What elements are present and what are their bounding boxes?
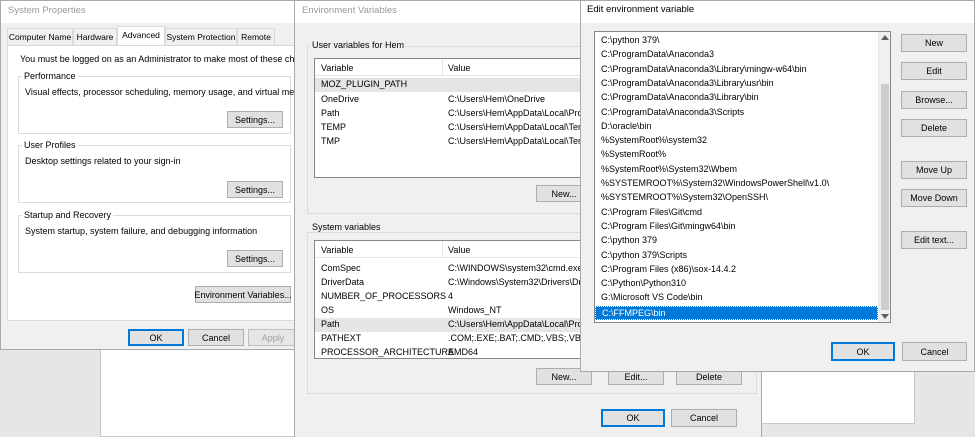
new-button[interactable]: New [901, 34, 967, 52]
tab-remote[interactable]: Remote [237, 28, 275, 45]
variable-name: PATHEXT [321, 333, 362, 343]
title-bar: System Properties [1, 1, 299, 23]
column-divider [442, 241, 443, 258]
path-entry[interactable]: C:\ProgramData\Anaconda3\Library\bin [595, 91, 878, 105]
tab-hardware[interactable]: Hardware [73, 28, 117, 45]
edit-cancel-button[interactable]: Cancel [902, 342, 967, 361]
user-profiles-desc: Desktop settings related to your sign-in [25, 156, 181, 166]
tab-computer-name[interactable]: Computer Name [7, 28, 73, 45]
variable-name: PROCESSOR_ARCHITECTURE [321, 347, 455, 357]
scroll-up-icon[interactable] [881, 35, 889, 40]
user-profiles-settings-button[interactable]: Settings... [227, 181, 283, 198]
column-variable[interactable]: Variable [321, 63, 353, 73]
path-entry[interactable]: C:\Program Files (x86)\sox-14.4.2 [595, 263, 878, 277]
window-title: Environment Variables [302, 5, 397, 16]
path-entry[interactable]: C:\FFMPEG\bin [595, 305, 878, 320]
variable-name: NUMBER_OF_PROCESSORS [321, 291, 447, 301]
scroll-down-icon[interactable] [881, 314, 889, 319]
variable-value: AMD64 [448, 347, 479, 357]
variable-name: OS [321, 305, 335, 315]
path-entry[interactable]: C:\python 379\ [595, 34, 878, 48]
user-variables-title: User variables for Hem [310, 40, 407, 50]
variable-value: C:\Users\Hem\OneDrive [448, 94, 546, 104]
path-entry[interactable]: C:\ProgramData\Anaconda3\Library\usr\bin [595, 77, 878, 91]
variable-value: Windows_NT [448, 305, 502, 315]
variable-name: ComSpec [321, 263, 361, 273]
column-variable[interactable]: Variable [321, 245, 353, 255]
path-entry[interactable]: %SYSTEMROOT%\System32\WindowsPowerShell\… [595, 177, 878, 191]
path-entry[interactable]: D:\oracle\bin [595, 120, 878, 134]
tab-advanced[interactable]: Advanced [117, 26, 165, 46]
variable-value: C:\WINDOWS\system32\cmd.exe [448, 263, 583, 273]
title-bar: Edit environment variable [581, 1, 974, 23]
window-title: Edit environment variable [587, 4, 695, 15]
path-entry[interactable]: C:\ProgramData\Anaconda3\Library\mingw-w… [595, 63, 878, 77]
performance-desc: Visual effects, processor scheduling, me… [25, 87, 300, 97]
path-entry[interactable]: C:\Python\Python310 [595, 277, 878, 291]
browse-button[interactable]: Browse... [901, 91, 967, 109]
path-entry[interactable]: C:\Program Files\Git\cmd [595, 206, 878, 220]
window-title: System Properties [8, 5, 86, 16]
variable-name: MOZ_PLUGIN_PATH [321, 79, 408, 89]
path-entry[interactable]: %SystemRoot%\System32\Wbem [595, 163, 878, 177]
edit-text-button[interactable]: Edit text... [901, 231, 967, 249]
path-entry[interactable]: C:\python 379\Scripts [595, 249, 878, 263]
cancel-button[interactable]: Cancel [188, 329, 244, 346]
performance-title: Performance [22, 71, 78, 81]
path-entry[interactable]: %SYSTEMROOT%\System32\OpenSSH\ [595, 191, 878, 205]
variable-value: 4 [448, 291, 454, 301]
admin-note: You must be logged on as an Administrato… [20, 54, 300, 64]
column-value[interactable]: Value [448, 63, 470, 73]
performance-settings-button[interactable]: Settings... [227, 111, 283, 128]
column-divider [442, 59, 443, 76]
scrollbar[interactable] [878, 32, 890, 322]
env-ok-button[interactable]: OK [601, 409, 665, 427]
startup-recovery-desc: System startup, system failure, and debu… [25, 226, 258, 236]
apply-button: Apply [248, 329, 298, 346]
path-entry[interactable]: %SystemRoot% [595, 148, 878, 162]
path-entry[interactable]: C:\ProgramData\Anaconda3\Scripts [595, 106, 878, 120]
env-cancel-button[interactable]: Cancel [671, 409, 737, 427]
variable-name: TEMP [321, 122, 347, 132]
variable-value: C:\Users\Hem\AppData\Local\Temp [448, 136, 591, 146]
tab-system-protection[interactable]: System Protection [165, 28, 237, 45]
variable-name: Path [321, 319, 340, 329]
edit-ok-button[interactable]: OK [831, 342, 895, 361]
ok-button[interactable]: OK [128, 329, 184, 346]
variable-name: DriverData [321, 277, 365, 287]
variable-name: TMP [321, 136, 340, 146]
system-variables-title: System variables [310, 222, 383, 232]
path-entry[interactable]: G:\Microsoft VS Code\bin [595, 291, 878, 305]
environment-variables-button[interactable]: Environment Variables... [194, 286, 292, 303]
edit-environment-variable-window: Edit environment variable C:\python 379\… [580, 0, 975, 372]
system-properties-window: System Properties Computer Name Hardware… [0, 0, 300, 350]
column-value[interactable]: Value [448, 245, 470, 255]
variable-name: OneDrive [321, 94, 360, 104]
edit-button[interactable]: Edit [901, 62, 967, 80]
move-up-button[interactable]: Move Up [901, 161, 967, 179]
scrollbar-thumb[interactable] [881, 84, 889, 310]
startup-recovery-title: Startup and Recovery [22, 210, 114, 220]
path-entries-list[interactable]: C:\python 379\ C:\ProgramData\Anaconda3 C:… [594, 31, 891, 323]
startup-settings-button[interactable]: Settings... [227, 250, 283, 267]
move-down-button[interactable]: Move Down [901, 189, 967, 207]
variable-value: C:\Users\Hem\AppData\Local\Temp [448, 122, 591, 132]
path-entry[interactable]: %SystemRoot%\system32 [595, 134, 878, 148]
delete-button[interactable]: Delete [901, 119, 967, 137]
variable-name: Path [321, 108, 340, 118]
path-entry[interactable]: C:\Program Files\Git\mingw64\bin [595, 220, 878, 234]
path-entry[interactable]: C:\ProgramData\Anaconda3 [595, 48, 878, 62]
user-profiles-title: User Profiles [22, 140, 78, 150]
path-entry[interactable]: C:\python 379 [595, 234, 878, 248]
